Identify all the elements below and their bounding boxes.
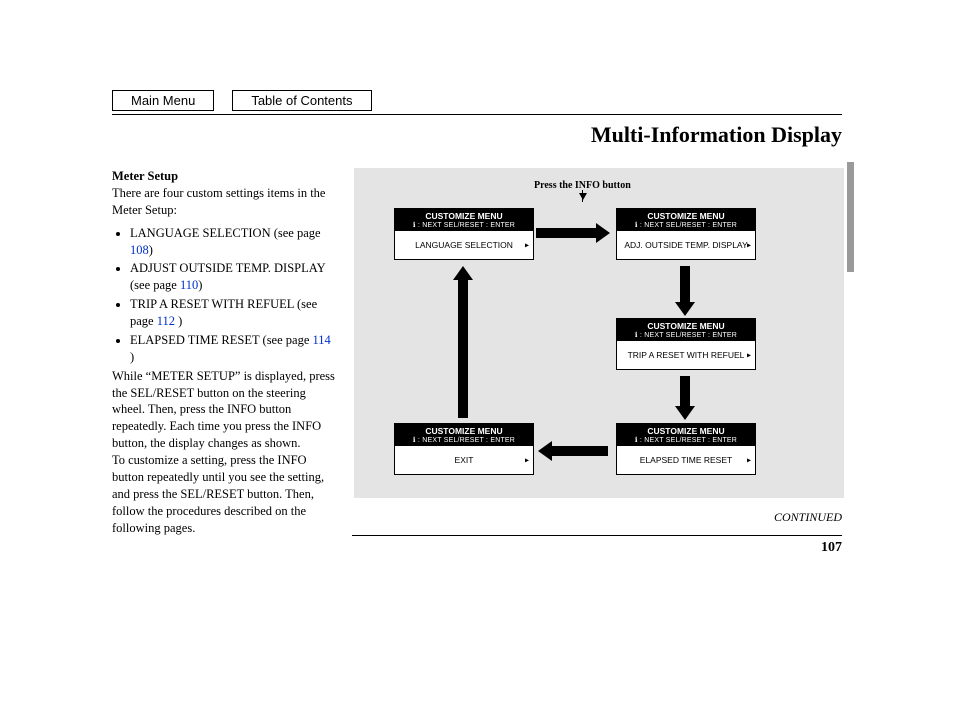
paragraph: While “METER SETUP” is displayed, press … bbox=[112, 368, 336, 452]
card-subheader: ℹ : NEXT SEL/RESET : ENTER bbox=[395, 436, 533, 446]
page-title: Multi-Information Display bbox=[591, 122, 842, 148]
side-tab bbox=[847, 162, 854, 272]
chevron-right-icon: ▸ bbox=[525, 241, 529, 250]
section-heading: Meter Setup bbox=[112, 168, 336, 185]
card-header: CUSTOMIZE MENU bbox=[617, 319, 755, 331]
menu-card-elapsed: CUSTOMIZE MENU ℹ : NEXT SEL/RESET : ENTE… bbox=[616, 423, 756, 475]
arrow-head-icon bbox=[453, 266, 473, 280]
rule-bottom bbox=[352, 535, 842, 536]
nav-bar: Main Menu Table of Contents bbox=[112, 90, 372, 111]
list-item: ELAPSED TIME RESET (see page 114 ) bbox=[130, 332, 336, 366]
card-header: CUSTOMIZE MENU bbox=[395, 209, 533, 221]
page-link[interactable]: 114 bbox=[313, 333, 331, 347]
card-header: CUSTOMIZE MENU bbox=[395, 424, 533, 436]
chevron-right-icon: ▸ bbox=[525, 456, 529, 465]
chevron-right-icon: ▸ bbox=[747, 351, 751, 360]
arrow-head-icon bbox=[538, 441, 552, 461]
arrow-head-icon bbox=[675, 406, 695, 420]
menu-card-tripa: CUSTOMIZE MENU ℹ : NEXT SEL/RESET : ENTE… bbox=[616, 318, 756, 370]
arrow-icon bbox=[680, 376, 690, 406]
arrow-icon bbox=[536, 228, 596, 238]
card-subheader: ℹ : NEXT SEL/RESET : ENTER bbox=[395, 221, 533, 231]
page-link[interactable]: 108 bbox=[130, 243, 149, 257]
card-header: CUSTOMIZE MENU bbox=[617, 424, 755, 436]
toc-button[interactable]: Table of Contents bbox=[232, 90, 371, 111]
continued-label: CONTINUED bbox=[774, 510, 842, 525]
card-body: EXIT bbox=[455, 455, 474, 465]
page-number: 107 bbox=[821, 540, 842, 556]
arrow-icon bbox=[458, 280, 468, 418]
rule-top bbox=[112, 114, 842, 115]
card-body: LANGUAGE SELECTION bbox=[415, 240, 513, 250]
arrow-head-icon bbox=[596, 223, 610, 243]
page-link[interactable]: 112 bbox=[157, 314, 175, 328]
flow-diagram: Press the INFO button CUSTOMIZE MENU ℹ :… bbox=[354, 168, 844, 498]
card-body: TRIP A RESET WITH REFUEL bbox=[628, 350, 745, 360]
menu-card-exit: CUSTOMIZE MENU ℹ : NEXT SEL/RESET : ENTE… bbox=[394, 423, 534, 475]
main-menu-button[interactable]: Main Menu bbox=[112, 90, 214, 111]
card-subheader: ℹ : NEXT SEL/RESET : ENTER bbox=[617, 436, 755, 446]
list-item: LANGUAGE SELECTION (see page 108) bbox=[130, 225, 336, 259]
chevron-right-icon: ▸ bbox=[747, 456, 751, 465]
card-subheader: ℹ : NEXT SEL/RESET : ENTER bbox=[617, 221, 755, 231]
paragraph: To customize a setting, press the INFO b… bbox=[112, 452, 336, 536]
menu-card-language: CUSTOMIZE MENU ℹ : NEXT SEL/RESET : ENTE… bbox=[394, 208, 534, 260]
page-link[interactable]: 110 bbox=[180, 278, 198, 292]
list-item: ADJUST OUTSIDE TEMP. DISPLAY (see page 1… bbox=[130, 260, 336, 294]
body-text: Meter Setup There are four custom settin… bbox=[112, 168, 336, 536]
arrow-icon bbox=[552, 446, 608, 456]
list-item: TRIP A RESET WITH REFUEL (see page 112 ) bbox=[130, 296, 336, 330]
menu-card-outside-temp: CUSTOMIZE MENU ℹ : NEXT SEL/RESET : ENTE… bbox=[616, 208, 756, 260]
arrow-head-icon bbox=[675, 302, 695, 316]
card-subheader: ℹ : NEXT SEL/RESET : ENTER bbox=[617, 331, 755, 341]
card-body: ADJ. OUTSIDE TEMP. DISPLAY bbox=[624, 240, 747, 250]
pointer-icon bbox=[579, 193, 587, 200]
chevron-right-icon: ▸ bbox=[747, 241, 751, 250]
arrow-icon bbox=[680, 266, 690, 302]
settings-list: LANGUAGE SELECTION (see page 108) ADJUST… bbox=[112, 225, 336, 366]
card-body: ELAPSED TIME RESET bbox=[640, 455, 732, 465]
intro-text: There are four custom settings items in … bbox=[112, 185, 336, 219]
card-header: CUSTOMIZE MENU bbox=[617, 209, 755, 221]
